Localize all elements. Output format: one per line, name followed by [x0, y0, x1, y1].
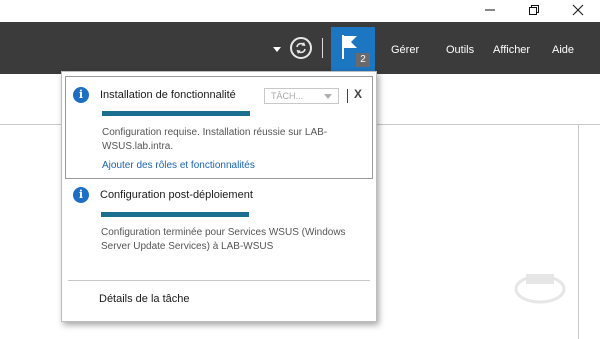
menu-gerer[interactable]: Gérer: [391, 44, 419, 56]
title-bar: [0, 0, 600, 22]
watermark-logo-icon: [514, 274, 566, 304]
task-dropdown[interactable]: TÂCH...: [264, 88, 339, 104]
minimize-icon: [485, 9, 495, 11]
menu-aide[interactable]: Aide: [552, 44, 574, 56]
menu-outils[interactable]: Outils: [446, 44, 474, 56]
chevron-down-icon: [324, 94, 332, 99]
restore-icon: [529, 5, 539, 15]
dismiss-notification-button[interactable]: X: [354, 86, 366, 102]
add-roles-features-link[interactable]: Ajouter des rôles et fonctionnalités: [102, 160, 255, 171]
info-icon: i: [73, 187, 89, 203]
popup-divider: [68, 280, 370, 281]
task-dropdown-label: TÂCH...: [271, 91, 304, 101]
right-scroll-panel: [578, 125, 600, 339]
notification-item-feature-install: i Installation de fonctionnalité TÂCH...…: [65, 76, 373, 179]
minimize-button[interactable]: [468, 0, 512, 20]
notification-description: Configuration terminée pour Services WSU…: [101, 227, 346, 252]
progress-bar: [101, 212, 249, 217]
notification-description: Configuration requise. Installation réus…: [102, 127, 328, 152]
restore-button[interactable]: [512, 0, 556, 20]
progress-bar: [102, 111, 250, 116]
dropdown-arrow-icon[interactable]: [272, 44, 282, 54]
notification-count-badge: 2: [356, 53, 370, 67]
close-window-button[interactable]: [556, 0, 600, 20]
menu-afficher[interactable]: Afficher: [493, 44, 530, 56]
toolbar-separator: [322, 38, 323, 58]
notification-title: Configuration post-déploiement: [100, 189, 253, 201]
info-icon: i: [73, 87, 89, 103]
task-separator: [347, 89, 348, 103]
notification-title: Installation de fonctionnalité: [100, 89, 236, 101]
task-details-link[interactable]: Détails de la tâche: [99, 293, 190, 305]
close-icon: [572, 4, 584, 16]
refresh-icon: [296, 42, 306, 54]
notifications-popup: i Installation de fonctionnalité TÂCH...…: [61, 71, 377, 322]
refresh-button[interactable]: [290, 37, 312, 59]
